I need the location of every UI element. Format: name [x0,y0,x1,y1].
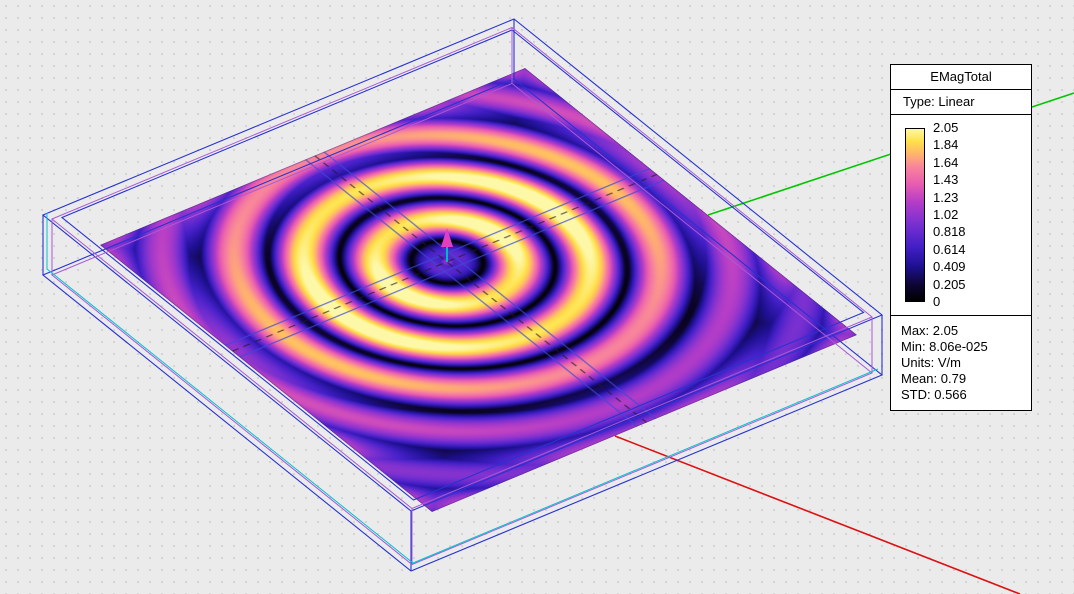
viewport-3d[interactable]: EMagTotal Type: Linear 2.051.84 1.641.43 1… [0,0,1074,594]
legend-scale-type: Type: Linear [891,90,1031,115]
legend-tick-label: 2.05 [933,120,958,136]
axis-x-line [615,436,1020,594]
legend-title: EMagTotal [891,65,1031,90]
legend-tick-label: 1.43 [933,172,958,188]
legend-tick-label: 1.64 [933,155,958,171]
field-plot-canvas [100,68,857,512]
legend-tick-label: 0.614 [933,242,966,258]
legend-tick-label: 0.409 [933,259,966,275]
legend-tick-label: 0.205 [933,277,966,293]
legend-stat-line: STD: 0.566 [901,387,1025,403]
legend-stat-line: Mean: 0.79 [901,371,1025,387]
legend-tick-label: 1.23 [933,190,958,206]
legend-tick-label: 0 [933,294,940,310]
legend-stat-line: Units: V/m [901,355,1025,371]
legend-stat-line: Max: 2.05 [901,323,1025,339]
legend-tick-label: 1.02 [933,207,958,223]
legend-colorbar [905,128,925,302]
legend-tick-label: 0.818 [933,224,966,240]
legend-scale-section: 2.051.84 1.641.43 1.231.020.818 0.6140.409 0… [891,115,1031,316]
legend-stat-line: Min: 8.06e-025 [901,339,1025,355]
legend-stats: Max: 2.05Min: 8.06e-025Units: V/mMean: 0… [891,316,1031,410]
legend-scale-labels: 2.051.841.641.431.231.020.8180.6140.4090… [933,128,1029,302]
legend-tick-label: 1.84 [933,137,958,153]
legend-panel[interactable]: EMagTotal Type: Linear 2.051.84 1.641.43 1… [890,64,1032,411]
